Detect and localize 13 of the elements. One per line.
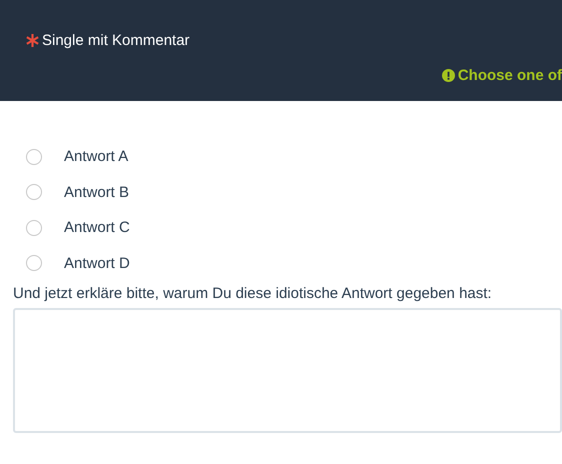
question-title: Single mit Kommentar [42, 32, 190, 49]
radio-button[interactable] [26, 184, 42, 200]
comment-field[interactable] [13, 308, 562, 433]
option-label[interactable]: Antwort B [64, 184, 130, 201]
radio-button[interactable] [26, 220, 42, 236]
option-label[interactable]: Antwort C [64, 219, 130, 236]
radio-button[interactable] [26, 255, 42, 272]
radio-button[interactable] [26, 148, 42, 165]
hint-text: Choose one of [458, 67, 562, 84]
option-label[interactable]: Antwort A [64, 148, 128, 166]
warning-icon [442, 69, 455, 82]
comment-label: Und jetzt erkläre bitte, warum Du diese idiotische Antwort gegeben hast: [13, 285, 493, 302]
option-label[interactable]: Antwort D [64, 254, 130, 272]
